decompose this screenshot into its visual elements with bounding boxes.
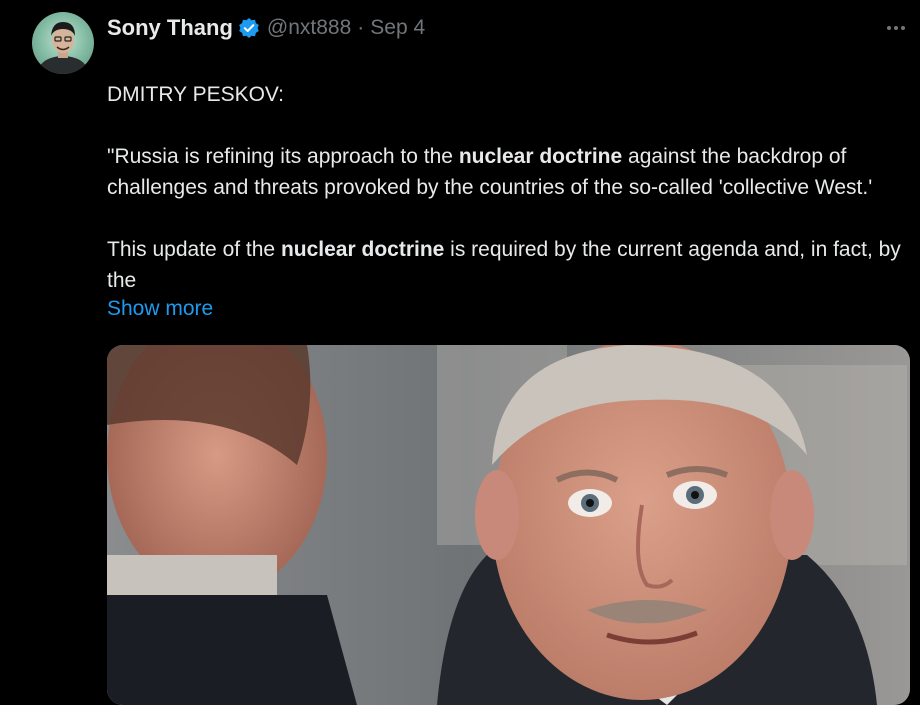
p2-text-a: This update of the <box>107 238 281 261</box>
show-more-link[interactable]: Show more <box>107 293 213 324</box>
avatar[interactable] <box>32 12 94 74</box>
p1-bold: nuclear doctrine <box>458 145 623 168</box>
more-options-icon[interactable] <box>882 14 910 42</box>
tweet-header: Sony Thang @nxt888 · Sep 4 <box>107 13 425 43</box>
tweet-line-1 <box>107 48 907 79</box>
tweet-paragraph-2: This update of the nuclear doctrine is r… <box>107 234 907 296</box>
russia-flag-emoji <box>107 54 133 72</box>
tweet[interactable]: Sony Thang @nxt888 · Sep 4 DMITRY PESKOV… <box>0 0 920 705</box>
author-handle[interactable]: @nxt888 <box>267 16 351 40</box>
verified-badge-icon <box>238 17 260 39</box>
tweet-paragraph-1: "Russia is refining its approach to the … <box>107 141 907 203</box>
author-name[interactable]: Sony Thang <box>107 15 233 41</box>
tweet-date[interactable]: Sep 4 <box>370 16 425 40</box>
p2-bold: nuclear doctrine <box>280 238 445 261</box>
tweet-heading: DMITRY PESKOV: <box>107 83 284 106</box>
p1-text-a: "Russia is refining its approach to the <box>107 145 459 168</box>
photo-image <box>107 345 910 705</box>
tweet-text: DMITRY PESKOV: "Russia is refining its a… <box>107 48 907 296</box>
tweet-media-photo[interactable] <box>107 345 910 705</box>
header-separator: · <box>357 16 365 39</box>
avatar-image <box>39 22 87 74</box>
